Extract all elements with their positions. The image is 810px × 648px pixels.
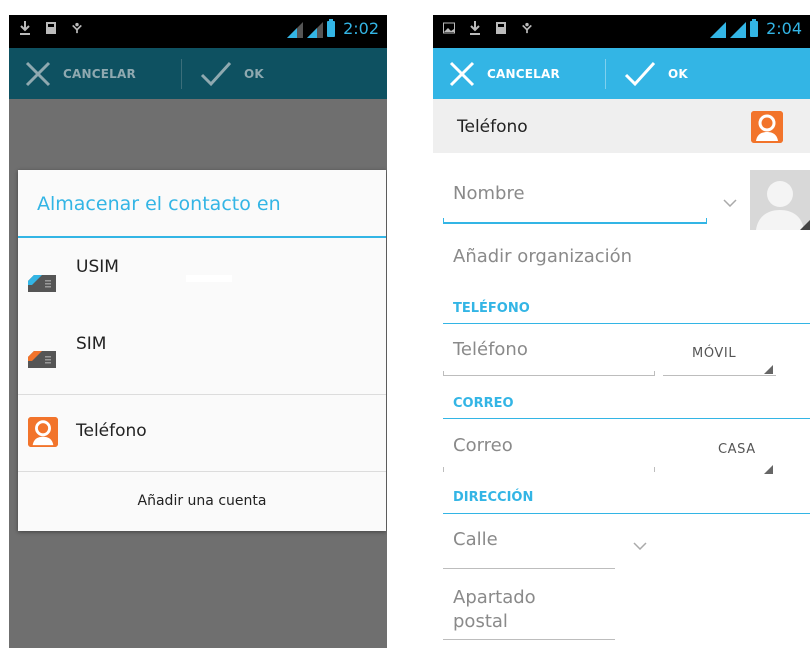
phone-screen-left: 2:02 CANCELAR OK Almacenar el contacto e… bbox=[9, 15, 387, 648]
sim-card-icon bbox=[28, 275, 56, 292]
account-option-phone[interactable]: Teléfono bbox=[18, 395, 386, 471]
sd-card-icon bbox=[496, 22, 506, 34]
section-divider bbox=[443, 418, 810, 419]
check-icon bbox=[624, 61, 656, 86]
phone-section-header: TELÉFONO bbox=[453, 301, 530, 316]
name-field[interactable]: Nombre bbox=[453, 183, 525, 204]
section-divider bbox=[443, 513, 810, 514]
signal-icon bbox=[287, 21, 304, 38]
expand-address-icon[interactable] bbox=[633, 542, 647, 550]
account-option-label: SIM bbox=[76, 334, 107, 354]
battery-icon bbox=[327, 18, 336, 37]
field-tick bbox=[443, 218, 444, 223]
spinner-corner bbox=[764, 465, 773, 474]
field-tick bbox=[443, 467, 444, 472]
account-option-label: USIM bbox=[76, 257, 119, 277]
close-icon bbox=[25, 61, 51, 86]
phone-field-underline bbox=[443, 375, 655, 376]
section-divider bbox=[443, 323, 810, 324]
pobox-placeholder-line1: Apartado bbox=[453, 587, 536, 608]
account-header[interactable]: Teléfono bbox=[433, 99, 810, 153]
phone-screen-right: 2:04 CANCELAR OK Teléfono Nombre Añadir … bbox=[433, 15, 810, 648]
download-icon bbox=[20, 21, 30, 35]
email-field[interactable]: Correo bbox=[453, 435, 513, 456]
action-bar: CANCELAR OK bbox=[9, 48, 387, 99]
clock: 2:04 bbox=[766, 19, 802, 38]
battery-icon bbox=[750, 18, 759, 37]
phone-contact-icon bbox=[28, 417, 58, 447]
signal-icon-2 bbox=[307, 21, 324, 38]
action-bar: CANCELAR OK bbox=[433, 48, 810, 99]
sim-card-icon bbox=[28, 351, 56, 368]
street-field-underline bbox=[443, 568, 615, 569]
field-tick bbox=[443, 371, 444, 376]
phone-field[interactable]: Teléfono bbox=[453, 339, 528, 360]
ok-label: OK bbox=[244, 66, 264, 81]
gallery-icon bbox=[443, 22, 455, 34]
status-bar: 2:02 bbox=[9, 15, 387, 48]
phone-contact-icon bbox=[751, 111, 783, 143]
address-section-header: DIRECCIÓN bbox=[453, 490, 534, 505]
list-divider bbox=[18, 471, 386, 472]
expand-name-icon[interactable] bbox=[723, 199, 737, 207]
field-tick bbox=[654, 467, 655, 472]
pobox-placeholder-line2: postal bbox=[453, 611, 508, 632]
sd-card-icon bbox=[46, 22, 56, 34]
contact-photo[interactable] bbox=[750, 170, 810, 230]
signal-icon-2 bbox=[730, 21, 747, 38]
name-field-underline bbox=[443, 222, 707, 224]
street-field[interactable]: Calle bbox=[453, 529, 498, 550]
usb-debug-icon bbox=[72, 22, 82, 34]
phone-type-spinner[interactable]: MÓVIL bbox=[692, 346, 736, 361]
redaction-bar bbox=[186, 275, 232, 282]
usb-debug-icon bbox=[522, 22, 532, 34]
email-section-header: CORREO bbox=[453, 396, 514, 411]
status-bar: 2:04 bbox=[433, 15, 810, 48]
cancel-button[interactable]: CANCELAR bbox=[9, 48, 181, 99]
add-account-button[interactable]: Añadir una cuenta bbox=[18, 493, 386, 509]
close-icon bbox=[449, 61, 475, 86]
check-icon bbox=[200, 61, 232, 86]
cancel-label: CANCELAR bbox=[63, 66, 136, 81]
store-contact-dialog: Almacenar el contacto en USIM SIM Teléfo… bbox=[18, 170, 386, 531]
pobox-field-underline bbox=[443, 639, 615, 640]
clock: 2:02 bbox=[343, 19, 379, 38]
pobox-field[interactable]: Apartado postal bbox=[453, 586, 536, 634]
ok-button[interactable]: OK bbox=[606, 48, 688, 99]
add-organization-button[interactable]: Añadir organización bbox=[453, 246, 632, 267]
account-option-sim[interactable]: SIM bbox=[18, 314, 386, 393]
signal-icon bbox=[710, 21, 727, 38]
cancel-label: CANCELAR bbox=[487, 66, 560, 81]
avatar-placeholder-icon bbox=[756, 181, 810, 230]
spinner-underline bbox=[663, 375, 776, 376]
field-tick bbox=[706, 218, 707, 223]
dialog-title: Almacenar el contacto en bbox=[37, 193, 281, 215]
spinner-corner bbox=[764, 365, 773, 374]
email-type-spinner[interactable]: CASA bbox=[718, 442, 756, 457]
cancel-button[interactable]: CANCELAR bbox=[433, 48, 605, 99]
account-option-label: Teléfono bbox=[76, 421, 147, 441]
ok-label: OK bbox=[668, 66, 688, 81]
ok-button[interactable]: OK bbox=[182, 48, 264, 99]
download-icon bbox=[470, 21, 480, 35]
field-tick bbox=[654, 371, 655, 376]
account-label: Teléfono bbox=[457, 117, 528, 137]
